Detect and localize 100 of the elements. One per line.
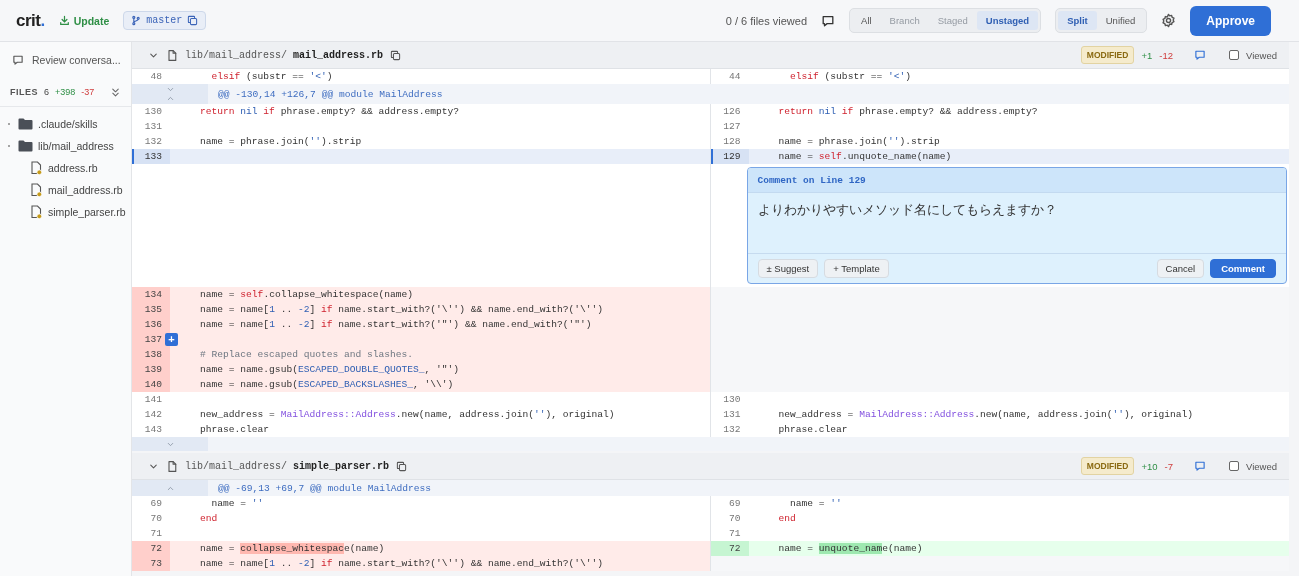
additions-count: +1: [1141, 49, 1153, 61]
line-number: 142: [143, 408, 163, 422]
additions-count: +10: [1141, 460, 1158, 472]
line-number: 143: [143, 423, 163, 437]
line-number: 135: [132, 302, 170, 317]
line-number: 133: [132, 149, 170, 164]
line-number: 126: [722, 105, 742, 119]
folder-icon: [18, 118, 33, 130]
code-line: elsif (substr == '<'): [210, 71, 333, 82]
line-number: 129: [710, 149, 749, 164]
code-line: return nil if phrase.empty? && address.empty?: [777, 106, 1038, 117]
branch-icon: [131, 15, 142, 26]
code-line: return nil if phrase.empty? && address.empty?: [199, 106, 460, 117]
line-number: 132: [143, 135, 163, 149]
comment-input[interactable]: よりわかりやすいメソッド名にしてもらえますか？: [747, 193, 1286, 253]
code-line: name = '': [210, 498, 264, 509]
scope-tab[interactable]: Unstaged: [976, 11, 1039, 30]
code-line: name = name[1 .. -2] if name.start_with?('\'') && name.end_with?('\''): [199, 304, 604, 315]
line-number: 70: [728, 512, 742, 526]
comment-tool-button[interactable]: Cancel: [1156, 259, 1205, 278]
line-number: 128: [722, 135, 742, 149]
comment-form-title: Comment on Line 129: [757, 174, 866, 186]
branch-chip[interactable]: master: [123, 11, 207, 30]
settings-icon: [1161, 13, 1177, 28]
code-line: name = '': [789, 498, 842, 509]
approve-button[interactable]: Approve: [1190, 5, 1271, 36]
code-line: # Replace escaped quotes and slashes.: [199, 349, 414, 360]
code-line: end: [199, 513, 218, 524]
deletions-count: -12: [1159, 49, 1173, 61]
files-viewed-count: 0 / 6 files viewed: [725, 14, 808, 27]
line-number: 71: [728, 527, 742, 541]
update-button[interactable]: Update: [58, 14, 110, 27]
file-path: lib/mail_address/ mail_address.rb: [185, 49, 384, 61]
code-line: name = unquote_name(name): [777, 543, 923, 554]
file-item[interactable]: mail_address.rb: [48, 184, 123, 196]
code-line: name = name[1 .. -2] if name.start_with?('"') && name.end_with?('"'): [199, 319, 592, 330]
copy-icon: [187, 15, 199, 26]
comment-icon: [821, 13, 836, 28]
logo: crit.: [16, 10, 45, 31]
code-line: name = phrase.join('').strip: [777, 136, 940, 147]
hunk-header: @@ -130,14 +126,7 @@ module MailAddress: [218, 88, 443, 100]
line-number: 139: [132, 362, 170, 377]
file-count: 6: [44, 87, 50, 97]
collapse-all-icon: [110, 86, 121, 98]
line-number: 127: [722, 120, 742, 134]
comment-icon: [12, 54, 24, 66]
line-number: 70: [149, 512, 163, 526]
code-line: new_address = MailAddress::Address.new(name, address.join(''), original): [199, 409, 615, 420]
status-badge: MODIFIED: [1080, 457, 1135, 475]
folder-icon: [18, 140, 33, 152]
deletions-count: -7: [1164, 460, 1173, 472]
line-number: 69: [149, 497, 163, 511]
deletions-count: -37: [81, 87, 95, 97]
line-number: 73: [132, 556, 170, 571]
chevron-down-icon: [165, 85, 175, 94]
line-number: 48: [149, 70, 163, 84]
file-path: lib/mail_address/ simple_parser.rb: [185, 460, 390, 472]
checkbox-label: Viewed: [1246, 49, 1277, 61]
code-line: phrase.clear: [199, 424, 270, 435]
code-line: elsif (substr == '<'): [789, 71, 911, 82]
comment-icon: [1194, 49, 1206, 61]
checkbox-label: Viewed: [1246, 460, 1277, 472]
copy-icon: [396, 460, 408, 472]
line-number: 72: [132, 541, 170, 556]
line-number: 136: [132, 317, 170, 332]
files-label: FILES: [10, 87, 38, 97]
line-number: 130: [722, 393, 742, 407]
code-line: name = name.gsub(ESCAPED_BACKSLASHES_, '\\'): [199, 379, 454, 390]
line-number: 72: [710, 541, 749, 556]
view-tab[interactable]: Unified: [1096, 11, 1145, 30]
line-number: 131: [722, 408, 742, 422]
line-number: 69: [728, 497, 742, 511]
line-number: 130: [143, 105, 163, 119]
line-number: 134: [132, 287, 170, 302]
file-icon: [166, 459, 178, 473]
view-tab[interactable]: Split: [1058, 11, 1097, 30]
submit-button[interactable]: Comment: [1210, 259, 1276, 278]
comment-tool-button[interactable]: ± Suggest: [757, 259, 819, 278]
hunk-header: @@ -69,13 +69,7 @@ module MailAddress: [218, 482, 432, 494]
comment-tool-button[interactable]: + Template: [824, 259, 889, 278]
file-item[interactable]: address.rb: [48, 162, 98, 174]
code-line: name = name[1 .. -2] if name.start_with?('\'') && name.end_with?('\''): [199, 558, 604, 569]
add-comment-button[interactable]: +: [165, 333, 178, 346]
status-badge: MODIFIED: [1080, 46, 1135, 64]
viewed-checkbox[interactable]: [1229, 461, 1239, 471]
code-line: name = self.collapse_whitespace(name): [199, 289, 414, 300]
conversation-link[interactable]: Review conversa...: [32, 54, 121, 66]
folder-item[interactable]: .claude/skills: [38, 118, 98, 130]
code-line: name = self.unquote_name(name): [777, 151, 952, 162]
viewed-checkbox[interactable]: [1229, 50, 1239, 60]
additions-count: +398: [55, 87, 76, 97]
folder-item[interactable]: lib/mail_address: [38, 140, 114, 152]
download-icon: [58, 15, 70, 26]
scope-tab[interactable]: All: [852, 11, 881, 30]
code-line: new_address = MailAddress::Address.new(name, address.join(''), original): [777, 409, 1194, 420]
file-item[interactable]: simple_parser.rb: [48, 206, 126, 218]
copy-icon: [390, 49, 402, 61]
file-icon: [166, 48, 178, 62]
code-line: name = name.gsub(ESCAPED_DOUBLE_QUOTES_, '"'): [199, 364, 460, 375]
line-number: 131: [143, 120, 163, 134]
